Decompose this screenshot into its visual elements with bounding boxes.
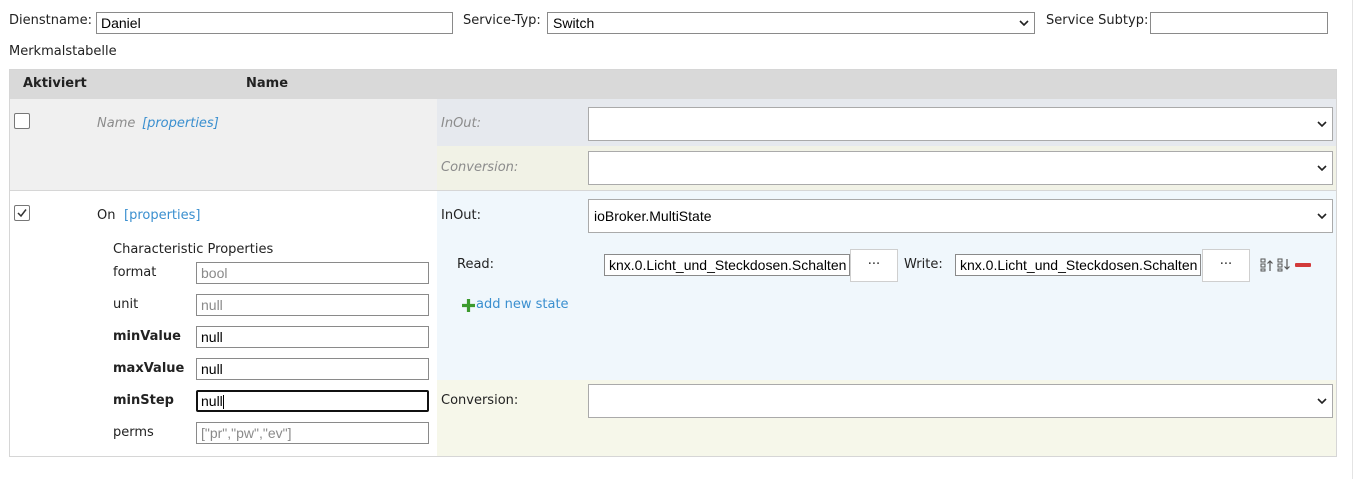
chevron-down-icon <box>1317 398 1327 404</box>
row-on-inout-value: ioBroker.MultiState <box>594 208 712 224</box>
dienstname-input[interactable]: Daniel <box>96 12 453 34</box>
row-name-conversion-label: Conversion: <box>441 160 519 175</box>
prop-label-minstep: minStep <box>113 393 174 408</box>
prop-label-minvalue: minValue <box>113 329 181 344</box>
write-label: Write: <box>904 257 943 272</box>
table-header <box>10 70 1336 99</box>
write-input[interactable]: knx.0.Licht_und_Steckdosen.Schalten <box>955 254 1201 276</box>
row-name-inout-select[interactable] <box>588 107 1333 141</box>
row-name-properties-link[interactable]: [properties] <box>142 116 219 131</box>
check-icon <box>17 209 27 218</box>
col-aktiviert: Aktiviert <box>23 76 87 91</box>
service-subtyp-label: Service Subtyp: <box>1046 13 1149 28</box>
chevron-down-icon <box>1317 213 1327 219</box>
move-down-icon[interactable] <box>1277 258 1291 276</box>
service-typ-select[interactable]: Switch <box>547 12 1035 34</box>
row-name-inout-label: InOut: <box>441 116 482 131</box>
row-name-label: Name <box>97 116 136 131</box>
service-typ-value: Switch <box>553 15 595 31</box>
read-label: Read: <box>457 257 495 272</box>
prop-input-minvalue[interactable]: null <box>196 326 429 348</box>
row-on-label: On <box>97 208 116 223</box>
prop-label-unit: unit <box>113 297 139 312</box>
chevron-down-icon <box>1019 20 1029 26</box>
dienstname-label: Dienstname: <box>9 13 92 28</box>
row-name-left <box>10 99 437 190</box>
row-on-inout-label: InOut: <box>441 208 482 223</box>
prop-input-format[interactable]: bool <box>196 262 429 284</box>
prop-label-maxvalue: maxValue <box>113 361 185 376</box>
move-up-icon[interactable] <box>1260 258 1274 276</box>
plus-icon[interactable] <box>461 298 476 317</box>
text-cursor <box>222 395 224 410</box>
table-caption: Merkmalstabelle <box>9 44 117 59</box>
char-props-title: Characteristic Properties <box>113 242 274 257</box>
service-subtyp-input[interactable] <box>1150 12 1328 34</box>
row-on-checkbox[interactable] <box>14 205 30 221</box>
scrollbar-track[interactable] <box>1352 0 1353 479</box>
add-new-state-link[interactable]: add new state <box>476 297 569 312</box>
prop-input-minstep-value: null <box>201 393 223 409</box>
row-on-conversion-label: Conversion: <box>441 393 519 408</box>
service-typ-label: Service-Typ: <box>463 13 541 28</box>
prop-input-perms[interactable]: ["pr","pw","ev"] <box>196 422 429 444</box>
write-browse-button[interactable]: ··· <box>1202 249 1250 282</box>
row-name-conversion-select[interactable] <box>588 151 1333 185</box>
prop-input-unit[interactable]: null <box>196 294 429 316</box>
read-browse-button[interactable]: ··· <box>850 249 898 282</box>
row-name-checkbox[interactable] <box>14 113 30 129</box>
row-on-inout-select[interactable]: ioBroker.MultiState <box>588 199 1333 233</box>
prop-input-maxvalue[interactable]: null <box>196 358 429 380</box>
prop-label-format: format <box>113 265 157 280</box>
read-input[interactable]: knx.0.Licht_und_Steckdosen.Schalten <box>604 254 850 276</box>
chevron-down-icon <box>1317 165 1327 171</box>
prop-input-minstep[interactable]: null <box>196 390 429 412</box>
row-on-properties-link[interactable]: [properties] <box>124 208 200 223</box>
remove-icon[interactable] <box>1295 263 1311 267</box>
chevron-down-icon <box>1317 121 1327 127</box>
row-on-conversion-select[interactable] <box>588 384 1333 418</box>
col-name: Name <box>246 76 289 91</box>
prop-label-perms: perms <box>113 425 154 440</box>
